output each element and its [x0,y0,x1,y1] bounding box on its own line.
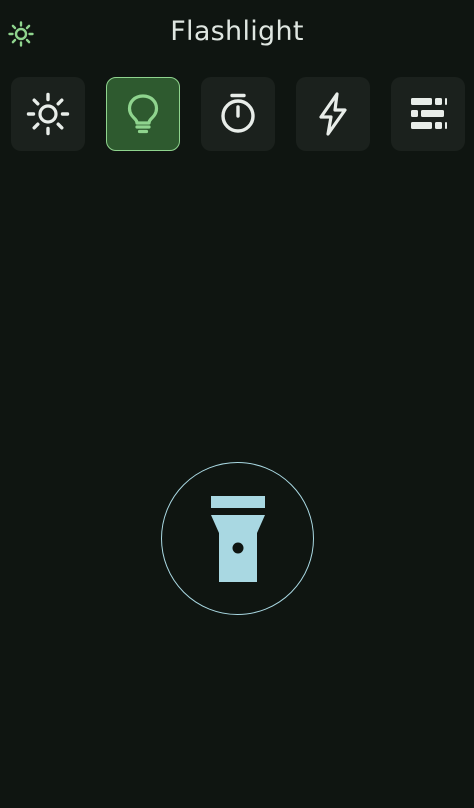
flashlight-icon [210,495,265,582]
mode-timer-button[interactable] [201,77,275,151]
power-toggle-button[interactable] [161,462,314,615]
app-header: Flashlight [0,0,474,70]
stopwatch-icon [221,93,255,133]
mode-morse-button[interactable] [391,77,465,151]
lightning-icon [319,92,347,136]
mode-selector [11,77,465,151]
morse-code-icon [411,98,447,129]
mode-strobe-button[interactable] [296,77,370,151]
mode-bulb-button[interactable] [106,77,180,151]
page-title: Flashlight [170,16,304,47]
mode-brightness-button[interactable] [11,77,85,151]
sun-icon [26,92,70,136]
lightbulb-icon [127,94,159,134]
